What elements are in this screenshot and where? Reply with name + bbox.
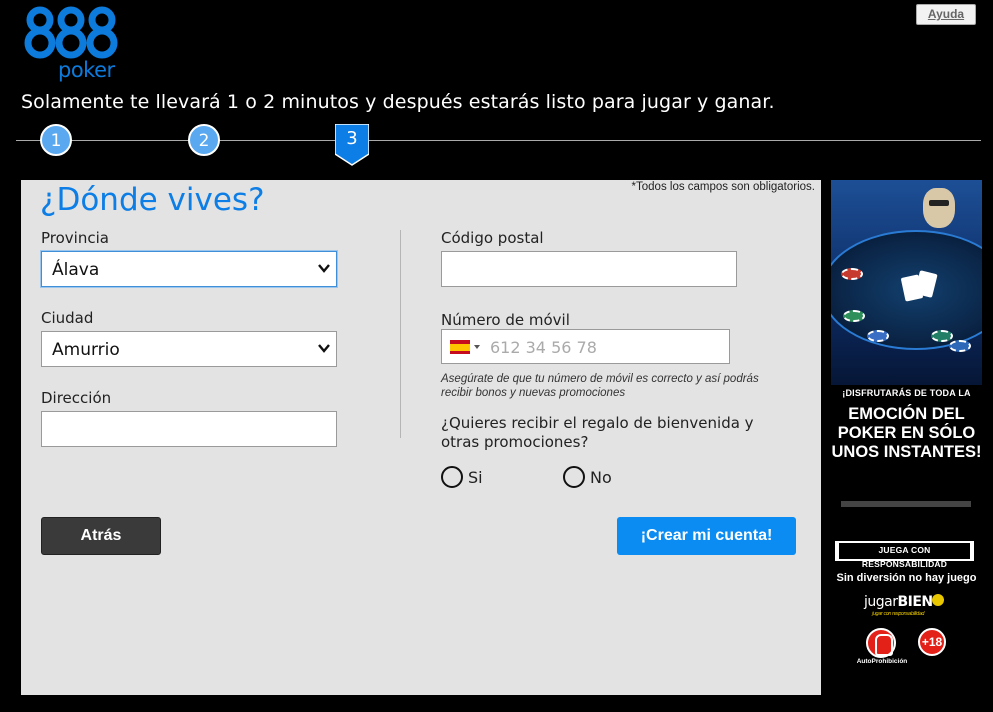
back-button[interactable]: Atrás xyxy=(41,517,161,555)
help-button[interactable]: Ayuda xyxy=(916,4,976,25)
mobile-input[interactable]: 612 34 56 78 xyxy=(441,329,730,364)
required-fields-note: *Todos los campos son obligatorios. xyxy=(631,181,815,193)
self-exclusion-hand-icon[interactable] xyxy=(866,628,896,658)
promo-yes-label[interactable]: Si xyxy=(468,468,483,487)
mobile-label: Número de móvil xyxy=(441,311,570,329)
poker-chip-icon xyxy=(867,330,889,342)
chevron-down-icon xyxy=(318,344,330,353)
ad-subtitle: ¡DISFRUTARÁS DE TODA LA xyxy=(842,388,971,398)
chevron-down-icon xyxy=(318,264,330,273)
step-3-label: 3 xyxy=(346,128,358,149)
province-select[interactable]: Álava xyxy=(41,251,337,287)
step-1: 1 xyxy=(40,124,72,156)
create-account-button[interactable]: ¡Crear mi cuenta! xyxy=(617,517,796,555)
tagline: Solamente te llevará 1 o 2 minutos y des… xyxy=(21,91,775,113)
mobile-hint: Asegúrate de que tu número de móvil es c… xyxy=(441,373,759,399)
poker-table-image xyxy=(831,180,982,385)
jugarbien-logo[interactable]: jugarBIEN jugar con responsabilidad xyxy=(864,594,960,620)
promo-banner[interactable]: ¡DISFRUTARÁS DE TODA LA EMOCIÓN DEL POKE… xyxy=(831,180,982,500)
poker-chip-icon xyxy=(841,268,863,280)
column-divider xyxy=(400,230,401,438)
page-title: ¿Dónde vives? xyxy=(40,182,265,218)
mobile-placeholder: 612 34 56 78 xyxy=(490,338,597,357)
city-label: Ciudad xyxy=(41,309,94,327)
address-form-panel: *Todos los campos son obligatorios. ¿Dón… xyxy=(21,180,821,695)
jugarbien-dot-icon xyxy=(932,594,944,606)
country-caret-icon[interactable] xyxy=(474,345,480,349)
self-exclusion-label: AutoProhibición xyxy=(856,658,908,665)
stepper-line xyxy=(16,140,981,141)
age-18-icon: +18 xyxy=(918,628,946,656)
ad-divider xyxy=(841,501,971,507)
responsible-tagline: Sin diversión no hay juego xyxy=(836,572,977,584)
888-logo-icon xyxy=(24,6,118,59)
province-value: Álava xyxy=(52,260,100,280)
ad-headline: EMOCIÓN DEL POKER EN SÓLO UNOS INSTANTES… xyxy=(831,405,982,461)
promo-yes-radio[interactable] xyxy=(441,466,463,488)
step-3-active: 3 xyxy=(335,124,369,166)
postal-code-label: Código postal xyxy=(441,229,544,247)
address-input[interactable] xyxy=(41,411,337,447)
poker-chip-icon xyxy=(931,330,953,342)
province-label: Provincia xyxy=(41,229,109,247)
step-2: 2 xyxy=(188,124,220,156)
city-value: Amurrio xyxy=(52,340,120,360)
responsible-gaming-badge: JUEGA CON RESPONSABILIDAD xyxy=(835,541,974,569)
logo-poker-word: poker xyxy=(58,58,115,82)
address-label: Dirección xyxy=(41,389,112,407)
888poker-logo[interactable]: poker xyxy=(24,6,120,82)
city-select[interactable]: Amurrio xyxy=(41,331,337,367)
poker-chip-icon xyxy=(843,310,865,322)
dog-mascot-icon xyxy=(923,188,955,228)
jugarbien-light-text: jugar xyxy=(864,594,898,610)
spain-flag-icon[interactable] xyxy=(450,340,470,354)
jugarbien-subtext: jugar con responsabilidad xyxy=(872,611,925,617)
promo-no-radio[interactable] xyxy=(563,466,585,488)
promo-no-label[interactable]: No xyxy=(590,468,612,487)
jugarbien-bold-text: BIEN xyxy=(897,594,933,610)
postal-code-input[interactable] xyxy=(441,251,737,287)
poker-chip-icon xyxy=(949,340,971,352)
promo-question: ¿Quieres recibir el regalo de bienvenida… xyxy=(441,414,754,451)
